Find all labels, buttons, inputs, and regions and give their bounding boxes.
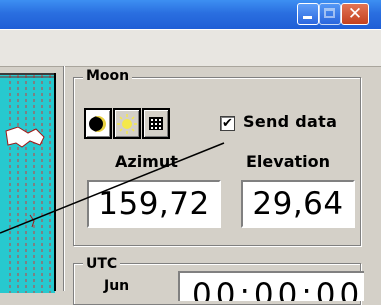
moon-mode-button[interactable] xyxy=(84,108,112,139)
maximize-icon xyxy=(324,8,335,18)
checkmark-icon: ✔ xyxy=(222,116,233,131)
toolbar-strip xyxy=(0,29,381,67)
sun-icon xyxy=(117,114,137,134)
azimuth-readout: 159,72 xyxy=(87,180,221,228)
month-label: Jun xyxy=(104,278,130,294)
utc-group-title: UTC xyxy=(83,256,121,272)
utc-time-readout: 00:00:00 xyxy=(178,271,364,301)
minimize-icon xyxy=(303,16,312,19)
close-button[interactable]: ✕ xyxy=(341,3,369,25)
panel-divider-highlight xyxy=(64,66,65,291)
moon-phase-icon xyxy=(89,116,106,132)
sun-mode-button[interactable] xyxy=(113,108,141,139)
map-border xyxy=(54,73,56,291)
toolbar-highlight xyxy=(0,29,381,30)
grid-mode-button[interactable] xyxy=(142,108,170,139)
title-bar: ✕ xyxy=(0,0,381,29)
world-map[interactable] xyxy=(0,73,55,293)
moon-group-title: Moon xyxy=(83,68,133,84)
grid-icon xyxy=(149,117,163,130)
landmass-shape xyxy=(5,126,45,148)
elevation-label: Elevation xyxy=(246,152,331,171)
minimize-button[interactable] xyxy=(297,3,319,25)
close-icon: ✕ xyxy=(347,4,363,24)
send-data-checkbox[interactable]: ✔ xyxy=(220,116,235,131)
azimuth-label: Azimut xyxy=(115,152,178,171)
maximize-button[interactable] xyxy=(319,3,341,25)
send-data-label[interactable]: Send data xyxy=(243,112,337,131)
elevation-readout: 29,64 xyxy=(241,180,355,228)
map-graticule xyxy=(0,75,55,293)
